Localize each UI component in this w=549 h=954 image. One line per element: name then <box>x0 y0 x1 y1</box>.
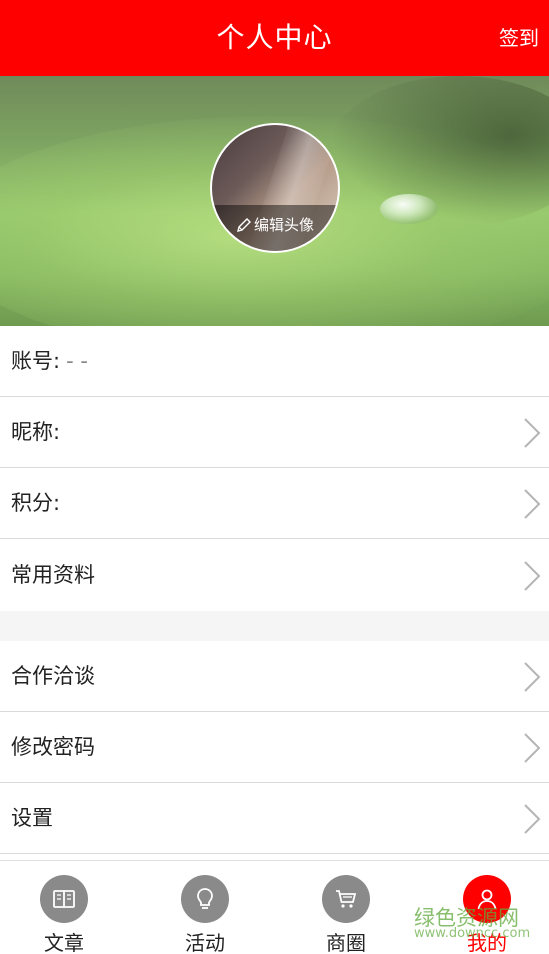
settings-row[interactable]: 设置 <box>0 783 549 854</box>
points-label: 积分: <box>11 491 61 515</box>
chevron-right-icon <box>524 561 541 591</box>
nickname-row[interactable]: 昵称: <box>0 397 549 468</box>
change-password-row[interactable]: 修改密码 <box>0 712 549 783</box>
chevron-right-icon <box>524 662 541 692</box>
settings-label: 设置 <box>11 806 53 830</box>
tab-business[interactable]: 商圈 <box>296 861 396 954</box>
cart-icon <box>322 875 370 923</box>
chevron-right-icon <box>524 733 541 763</box>
tab-articles-label: 文章 <box>44 931 84 954</box>
account-value: - - <box>66 349 88 373</box>
cooperation-label: 合作洽谈 <box>11 664 95 688</box>
points-row[interactable]: 积分: <box>0 468 549 539</box>
tab-articles[interactable]: 文章 <box>14 861 114 954</box>
change-password-label: 修改密码 <box>11 735 95 759</box>
cooperation-row[interactable]: 合作洽谈 <box>0 641 549 712</box>
common-info-label: 常用资料 <box>11 563 95 587</box>
edit-avatar-button[interactable]: 编辑头像 <box>212 205 338 251</box>
tab-activities-label: 活动 <box>185 931 225 954</box>
water-drop-image <box>380 194 438 224</box>
book-icon <box>40 875 88 923</box>
section-divider <box>0 611 549 641</box>
edit-avatar-label: 编辑头像 <box>253 216 314 234</box>
common-info-row[interactable]: 常用资料 <box>0 540 549 611</box>
chevron-right-icon <box>524 418 541 448</box>
chevron-right-icon <box>524 804 541 834</box>
tab-business-label: 商圈 <box>326 931 366 954</box>
chevron-right-icon <box>524 489 541 519</box>
page-title: 个人中心 <box>216 21 333 54</box>
header-bar: 个人中心 签到 <box>0 0 549 76</box>
nickname-label: 昵称: <box>11 420 61 444</box>
avatar[interactable]: 编辑头像 <box>210 123 340 253</box>
watermark-url: www.downcc.com <box>414 926 531 941</box>
profile-banner: 编辑头像 <box>0 76 549 326</box>
account-label: 账号: <box>11 349 61 373</box>
pencil-icon <box>237 218 251 232</box>
lightbulb-icon <box>181 875 229 923</box>
tab-activities[interactable]: 活动 <box>155 861 255 954</box>
checkin-button[interactable]: 签到 <box>499 0 539 76</box>
account-row: 账号: - - <box>0 326 549 397</box>
